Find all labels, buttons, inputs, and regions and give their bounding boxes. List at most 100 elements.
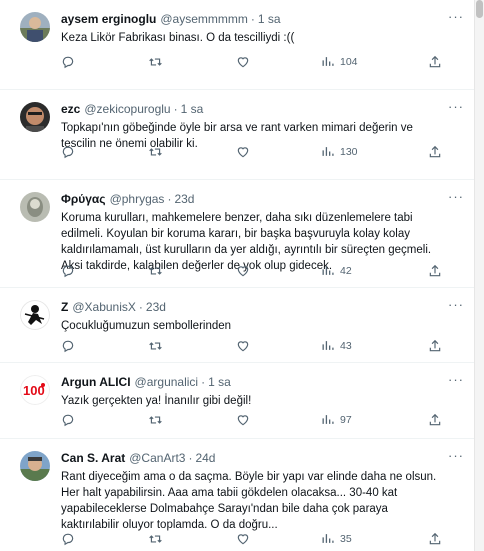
author-handle[interactable]: @aysemmmmm: [160, 11, 248, 27]
view-count: 130: [340, 145, 358, 158]
author-handle[interactable]: @argunalici: [135, 374, 199, 390]
separator-dot: ·: [188, 451, 193, 465]
heart-icon: [237, 415, 249, 426]
views-button[interactable]: 130: [321, 145, 358, 158]
share-button[interactable]: [428, 55, 442, 69]
tweet[interactable]: aysem erginoglu @aysemmmmm · 1 sa Keza L…: [0, 0, 474, 90]
retweet-arrows-icon: [149, 416, 162, 424]
separator-dot: ·: [167, 192, 172, 206]
like-button[interactable]: [236, 532, 250, 546]
retweet-button[interactable]: [148, 264, 163, 278]
share-upload-icon: [429, 413, 441, 426]
author-handle[interactable]: @XabunisX: [72, 299, 136, 315]
avatar[interactable]: [20, 300, 50, 330]
view-count: 104: [340, 55, 358, 68]
retweet-button[interactable]: [148, 532, 163, 546]
share-upload-icon: [429, 264, 441, 277]
like-button[interactable]: [236, 145, 250, 159]
retweet-button[interactable]: [148, 145, 163, 159]
more-dots-icon[interactable]: ···: [448, 449, 464, 462]
more-dots-icon[interactable]: ···: [448, 190, 464, 203]
share-upload-icon: [429, 145, 441, 158]
more-dots-icon[interactable]: ···: [448, 298, 464, 311]
tweet[interactable]: 100 Argun ALICI @argunalici · 1 sa Yazık…: [0, 363, 474, 439]
view-count: 35: [340, 532, 352, 545]
avatar[interactable]: [20, 451, 50, 481]
timestamp[interactable]: 24d: [195, 450, 215, 466]
share-button[interactable]: [428, 264, 442, 278]
retweet-arrows-icon: [149, 148, 162, 156]
more-dots-icon[interactable]: ···: [448, 100, 464, 113]
author-name[interactable]: aysem erginoglu: [61, 11, 156, 27]
separator-dot: ·: [173, 102, 178, 116]
retweet-button[interactable]: [148, 413, 163, 427]
tweet[interactable]: Can S. Arat @CanArt3 · 24d Rant diyeceği…: [0, 439, 474, 551]
reply-button[interactable]: [61, 55, 75, 69]
reply-button[interactable]: [61, 264, 75, 278]
avatar[interactable]: [20, 12, 50, 42]
view-count: 97: [340, 413, 352, 426]
speech-bubble-icon: [62, 146, 74, 159]
timestamp[interactable]: 1 sa: [258, 11, 281, 27]
separator-dot: ·: [138, 300, 143, 314]
like-button[interactable]: [236, 413, 250, 427]
author-name[interactable]: Can S. Arat: [61, 450, 125, 466]
retweet-button[interactable]: [148, 55, 163, 69]
reply-button[interactable]: [61, 145, 75, 159]
share-button[interactable]: [428, 145, 442, 159]
reply-button[interactable]: [61, 413, 75, 427]
heart-icon: [237, 57, 249, 68]
author-handle[interactable]: @zekicopuroglu: [84, 101, 170, 117]
views-button[interactable]: 97: [321, 413, 352, 426]
avatar[interactable]: [20, 192, 50, 222]
author-name[interactable]: Φρύγας: [61, 191, 106, 207]
avatar[interactable]: [20, 102, 50, 132]
separator-dot: ·: [201, 375, 206, 389]
scrollbar[interactable]: [474, 0, 484, 551]
heart-icon: [237, 534, 249, 545]
timestamp[interactable]: 23d: [146, 299, 166, 315]
retweet-arrows-icon: [149, 535, 162, 543]
bar-chart-icon: [322, 266, 334, 275]
author-name[interactable]: Z: [61, 299, 68, 315]
tweet-actions: 104: [61, 55, 460, 71]
share-button[interactable]: [428, 532, 442, 546]
like-button[interactable]: [236, 339, 250, 353]
scrollbar-thumb[interactable]: [476, 0, 483, 18]
speech-bubble-icon: [62, 56, 74, 69]
author-name[interactable]: Argun ALICI: [61, 374, 131, 390]
tweet[interactable]: Φρύγας @phrygas · 23d Koruma kurulları, …: [0, 180, 474, 288]
tweet[interactable]: ezc @zekicopuroglu · 1 sa Topkapı'nın gö…: [0, 90, 474, 180]
share-button[interactable]: [428, 413, 442, 427]
tweet-text: Çocukluğumuzun sembollerinden: [61, 320, 232, 332]
views-button[interactable]: 35: [321, 532, 352, 545]
timestamp[interactable]: 1 sa: [181, 101, 204, 117]
author-name[interactable]: ezc: [61, 101, 80, 117]
author-handle[interactable]: @CanArt3: [129, 450, 185, 466]
views-button[interactable]: 43: [321, 339, 352, 352]
reply-button[interactable]: [61, 532, 75, 546]
bar-chart-icon: [322, 534, 334, 543]
more-dots-icon[interactable]: ···: [448, 373, 464, 386]
share-button[interactable]: [428, 339, 442, 353]
avatar[interactable]: 100: [20, 375, 50, 405]
retweet-button[interactable]: [148, 339, 163, 353]
like-button[interactable]: [236, 264, 250, 278]
views-button[interactable]: 42: [321, 264, 352, 277]
views-button[interactable]: 104: [321, 55, 358, 68]
more-dots-icon[interactable]: ···: [448, 10, 464, 23]
timestamp[interactable]: 1 sa: [208, 374, 231, 390]
share-upload-icon: [429, 339, 441, 352]
tweet[interactable]: Z @XabunisX · 23d Çocukluğumuzun semboll…: [0, 288, 474, 363]
tweet-text: Rant diyeceğim ama o da saçma. Böyle bir…: [61, 471, 437, 531]
view-count: 42: [340, 264, 352, 277]
heart-icon: [237, 341, 249, 352]
tweet-text: Keza Likör Fabrikası binası. O da tescil…: [61, 32, 295, 44]
reply-button[interactable]: [61, 339, 75, 353]
tweet-actions: 130: [61, 145, 460, 161]
author-handle[interactable]: @phrygas: [110, 191, 165, 207]
heart-icon: [237, 266, 249, 277]
timestamp[interactable]: 23d: [174, 191, 194, 207]
like-button[interactable]: [236, 55, 250, 69]
heart-icon: [237, 147, 249, 158]
